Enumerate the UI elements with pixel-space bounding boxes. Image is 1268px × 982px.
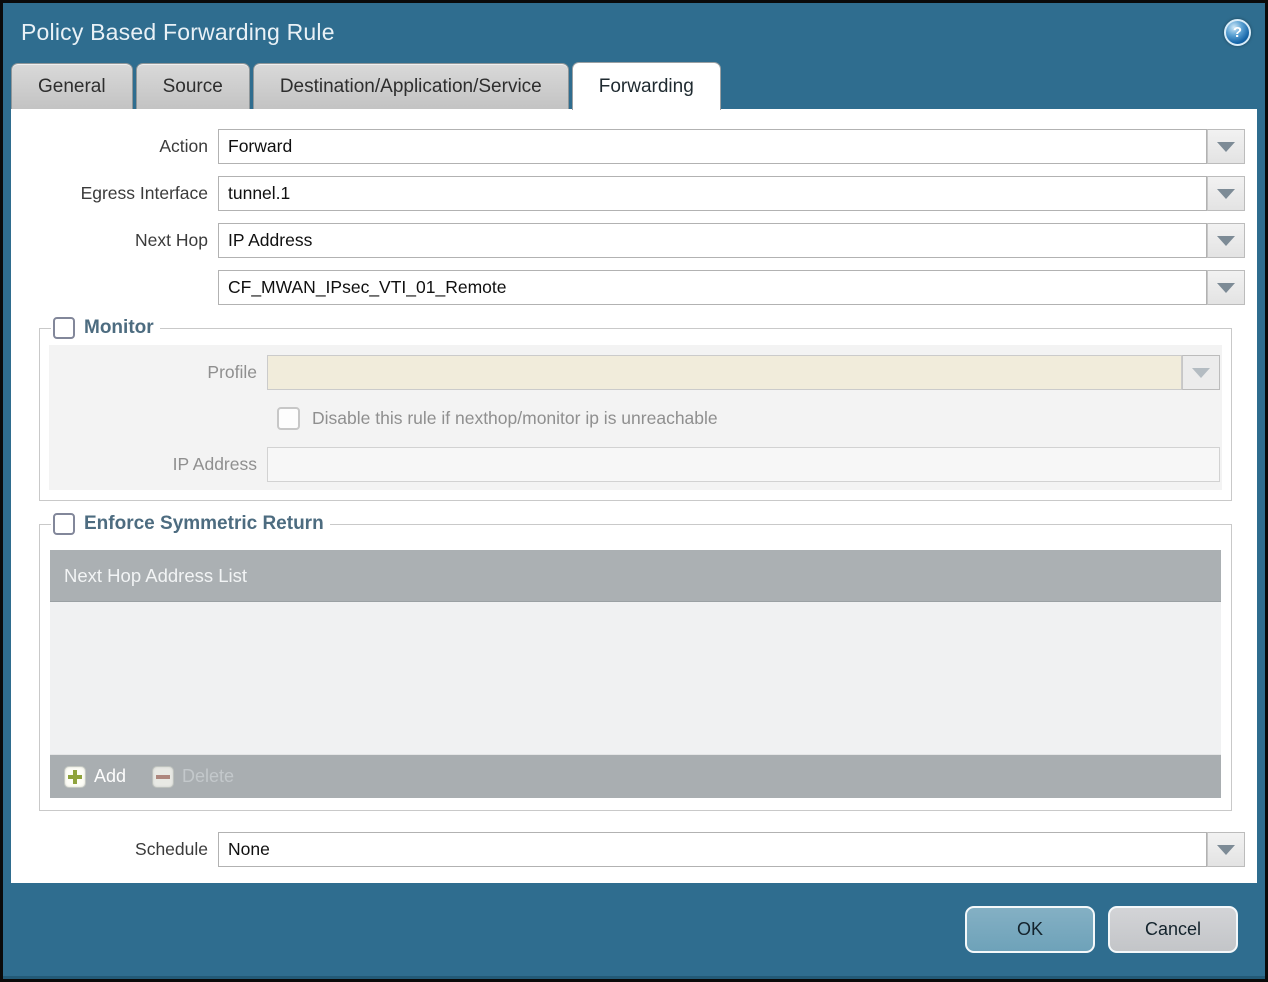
tab-content-forwarding: Action Forward Egress Interface tunnel.1… [11,109,1257,883]
delete-button-label: Delete [182,766,235,786]
next-hop-address-combo: CF_MWAN_IPsec_VTI_01_Remote [218,270,1245,305]
egress-interface-label: Egress Interface [80,183,208,203]
schedule-dropdown-button[interactable] [1207,832,1245,867]
schedule-value[interactable]: None [218,832,1207,867]
action-label: Action [159,136,208,156]
delete-button: Delete [152,765,235,788]
cancel-button[interactable]: Cancel [1108,906,1238,953]
dialog-footer: OK Cancel [3,883,1265,979]
action-row: Action Forward [11,129,1245,164]
profile-row: Profile [49,355,1222,390]
plus-icon [64,765,86,788]
schedule-label: Schedule [135,839,208,859]
monitor-ip-address-input [267,447,1220,482]
egress-interface-row: Egress Interface tunnel.1 [11,176,1245,211]
profile-value [267,355,1182,390]
next-hop-address-dropdown-button[interactable] [1207,270,1245,305]
minus-icon [152,765,175,788]
schedule-combo: None [218,832,1245,867]
ok-button[interactable]: OK [965,906,1095,953]
monitor-checkbox[interactable] [53,317,75,339]
symmetric-return-legend-label: Enforce Symmetric Return [84,513,324,534]
disable-rule-checkbox [277,407,300,430]
dialog-title: Policy Based Forwarding Rule [21,18,335,45]
tab-source[interactable]: Source [135,63,250,109]
egress-interface-value[interactable]: tunnel.1 [218,176,1207,211]
next-hop-address-row: CF_MWAN_IPsec_VTI_01_Remote [11,270,1245,305]
symmetric-return-legend: Enforce Symmetric Return [51,513,330,535]
disable-rule-label: Disable this rule if nexthop/monitor ip … [312,408,718,428]
next-hop-address-list-body[interactable] [50,602,1221,754]
add-button-label: Add [94,766,127,786]
chevron-down-icon [1192,367,1210,378]
chevron-down-icon [1217,235,1235,246]
schedule-row: Schedule None [11,832,1245,867]
chevron-down-icon [1217,844,1235,855]
monitor-ip-address-label: IP Address [172,454,257,474]
egress-interface-dropdown-button[interactable] [1207,176,1245,211]
tab-destination-application-service[interactable]: Destination/Application/Service [252,63,569,109]
action-combo: Forward [218,129,1245,164]
tab-general[interactable]: General [11,63,133,109]
tab-bar: General Source Destination/Application/S… [3,61,1265,110]
symmetric-return-section: Enforce Symmetric Return Next Hop Addres… [39,513,1232,811]
next-hop-row: Next Hop IP Address [11,223,1245,258]
chevron-down-icon [1217,141,1235,152]
profile-label: Profile [207,362,257,382]
disable-rule-row: Disable this rule if nexthop/monitor ip … [277,407,1222,430]
action-value[interactable]: Forward [218,129,1207,164]
monitor-ip-address-field-wrap [267,447,1220,482]
dialog-titlebar: Policy Based Forwarding Rule ? [3,3,1265,61]
next-hop-address-list-header[interactable]: Next Hop Address List [50,550,1221,602]
policy-based-forwarding-dialog: Policy Based Forwarding Rule ? General S… [0,0,1268,982]
tab-forwarding[interactable]: Forwarding [571,62,721,110]
next-hop-label: Next Hop [135,230,208,250]
chevron-down-icon [1217,282,1235,293]
help-icon[interactable]: ? [1224,18,1251,46]
monitor-ip-address-row: IP Address [49,447,1222,482]
next-hop-address-list-table: Next Hop Address List Add Delete [50,550,1221,798]
monitor-section: Monitor Profile Disable this rule if nex… [39,317,1232,501]
next-hop-address-list-toolbar: Add Delete [50,754,1221,798]
add-button[interactable]: Add [64,765,127,788]
monitor-panel: Profile Disable this rule if nexthop/mon… [49,345,1222,490]
profile-combo [267,355,1220,390]
symmetric-return-checkbox[interactable] [53,513,75,535]
monitor-legend: Monitor [51,317,160,339]
next-hop-dropdown-button[interactable] [1207,223,1245,258]
chevron-down-icon [1217,188,1235,199]
monitor-legend-label: Monitor [84,317,154,338]
profile-dropdown-button [1182,355,1220,390]
next-hop-value[interactable]: IP Address [218,223,1207,258]
next-hop-address-value[interactable]: CF_MWAN_IPsec_VTI_01_Remote [218,270,1207,305]
action-dropdown-button[interactable] [1207,129,1245,164]
egress-interface-combo: tunnel.1 [218,176,1245,211]
next-hop-combo: IP Address [218,223,1245,258]
